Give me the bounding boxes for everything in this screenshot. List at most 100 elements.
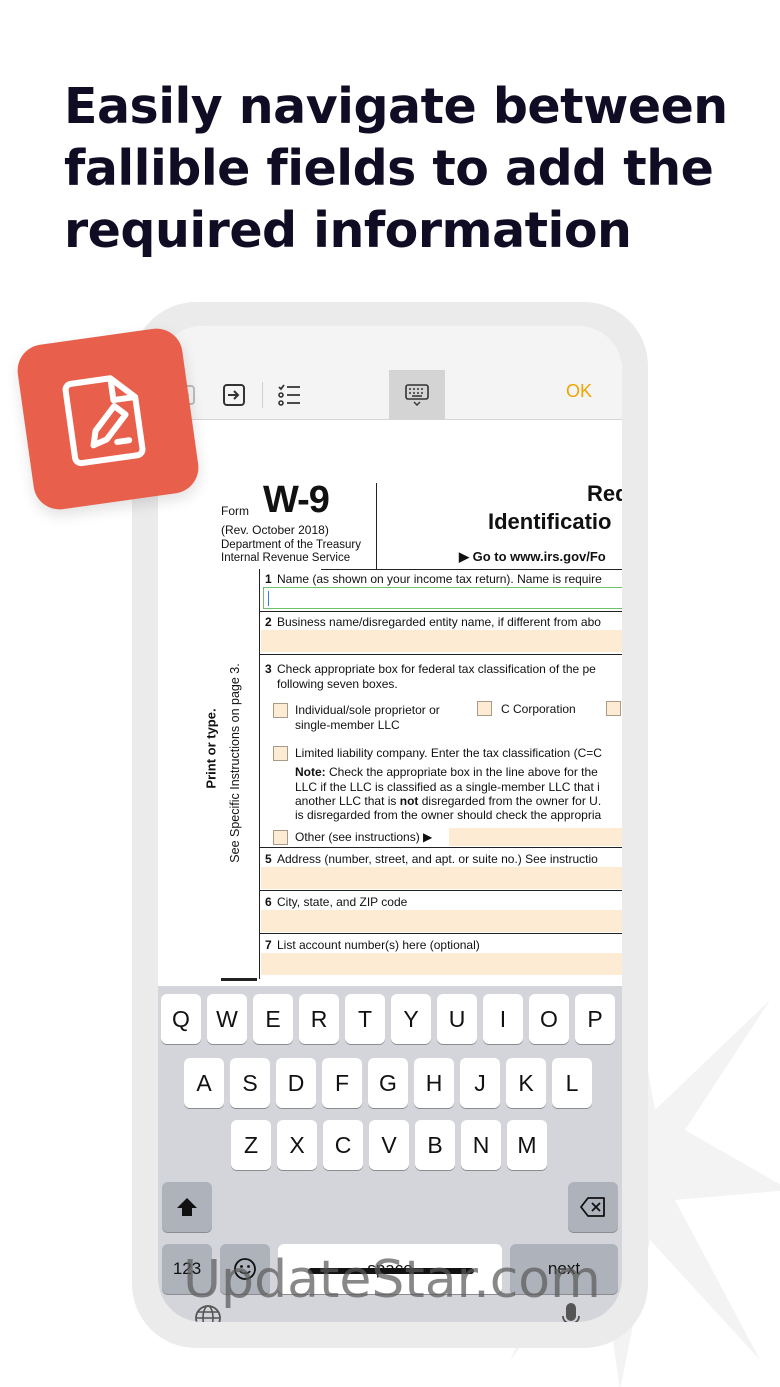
individual-label-1: Individual/sole proprietor or	[295, 703, 440, 717]
headline: Easily navigate between fallible fields …	[64, 76, 764, 262]
line5-number: 5	[265, 852, 272, 866]
line7-number: 7	[265, 938, 272, 952]
part-rule	[221, 978, 257, 981]
llc-label: Limited liability company. Enter the tax…	[295, 746, 602, 760]
goto-irs-link[interactable]: ▶ Go to www.irs.gov/Fo	[459, 549, 606, 565]
key-y[interactable]: Y	[391, 994, 431, 1044]
other-checkbox[interactable]	[273, 830, 288, 845]
key-b[interactable]: B	[415, 1120, 455, 1170]
header-divider	[376, 483, 377, 569]
phone-screen: OK Form W-9 (Rev. October 2018) Departme…	[158, 326, 622, 1322]
app-icon	[14, 325, 202, 513]
line2-label: Business name/disregarded entity name, i…	[277, 615, 601, 629]
line6-label: City, state, and ZIP code	[277, 895, 408, 909]
key-f[interactable]: F	[322, 1058, 362, 1108]
city-state-zip-input[interactable]	[261, 910, 622, 932]
checklist-icon[interactable]	[276, 382, 302, 408]
line1-number: 1	[265, 572, 272, 586]
key-g[interactable]: G	[368, 1058, 408, 1108]
line3-rule	[259, 847, 622, 848]
key-x[interactable]: X	[277, 1120, 317, 1170]
key-c[interactable]: C	[323, 1120, 363, 1170]
side-label-instructions: See Specific Instructions on page 3.	[228, 663, 242, 863]
line3-number: 3	[265, 662, 272, 676]
note-text-3b: disregarded from the owner for U.	[421, 794, 602, 808]
key-j[interactable]: J	[460, 1058, 500, 1108]
line6-number: 6	[265, 895, 272, 909]
note-line-1: Note: Check the appropriate box in the l…	[295, 765, 598, 779]
ok-button[interactable]: OK	[566, 381, 592, 402]
header-rule	[321, 569, 622, 570]
account-numbers-input[interactable]	[261, 953, 622, 975]
watermark: UpdateStar.com	[183, 1250, 601, 1310]
line2-number: 2	[265, 615, 272, 629]
key-v[interactable]: V	[369, 1120, 409, 1170]
form-title-line-2: Identificatio	[488, 509, 612, 534]
headline-line-3: required information	[64, 202, 632, 259]
form-number: W-9	[263, 479, 330, 521]
side-label-print: Print or type.	[203, 708, 219, 789]
key-u[interactable]: U	[437, 994, 477, 1044]
line5-rule	[259, 890, 622, 891]
toolbar-separator	[262, 382, 263, 408]
line7-label: List account number(s) here (optional)	[277, 938, 480, 952]
line1-label: Name (as shown on your income tax return…	[277, 572, 602, 586]
line3-label-b: following seven boxes.	[277, 677, 398, 691]
text-cursor	[268, 591, 269, 606]
delete-key[interactable]	[568, 1182, 618, 1232]
form-department: Department of the Treasury	[221, 539, 361, 551]
backspace-icon	[580, 1197, 605, 1217]
form-label: Form	[221, 504, 249, 518]
address-input[interactable]	[261, 867, 622, 889]
keyboard-icon	[405, 384, 429, 406]
note-bold: Note:	[295, 765, 326, 779]
left-column-rule	[259, 569, 260, 979]
key-q[interactable]: Q	[161, 994, 201, 1044]
key-d[interactable]: D	[276, 1058, 316, 1108]
key-o[interactable]: O	[529, 994, 569, 1044]
s-corporation-checkbox[interactable]	[606, 701, 621, 716]
other-input[interactable]	[449, 828, 622, 846]
key-t[interactable]: T	[345, 994, 385, 1044]
key-m[interactable]: M	[507, 1120, 547, 1170]
individual-label-2: single-member LLC	[295, 718, 400, 732]
key-r[interactable]: R	[299, 994, 339, 1044]
line5-label: Address (number, street, and apt. or sui…	[277, 852, 598, 866]
note-line-3: another LLC that is not disregarded from…	[295, 794, 601, 808]
key-p[interactable]: P	[575, 994, 615, 1044]
business-name-input[interactable]	[261, 630, 622, 652]
note-text-3a: another LLC that is	[295, 794, 397, 808]
key-h[interactable]: H	[414, 1058, 454, 1108]
line1-rule	[259, 611, 622, 612]
keyboard-toggle-button[interactable]	[389, 370, 445, 420]
key-k[interactable]: K	[506, 1058, 546, 1108]
c-corporation-checkbox[interactable]	[477, 701, 492, 716]
name-input[interactable]	[263, 587, 622, 609]
headline-line-1: Easily navigate between	[64, 78, 728, 135]
key-a[interactable]: A	[184, 1058, 224, 1108]
key-l[interactable]: L	[552, 1058, 592, 1108]
note-line-2: LLC if the LLC is classified as a single…	[295, 780, 600, 794]
line6-rule	[259, 933, 622, 934]
form-revision: (Rev. October 2018)	[221, 523, 329, 537]
key-w[interactable]: W	[207, 994, 247, 1044]
c-corporation-label: C Corporation	[501, 702, 576, 716]
llc-checkbox[interactable]	[273, 746, 288, 761]
shift-icon	[177, 1198, 197, 1216]
next-field-icon[interactable]	[221, 382, 247, 408]
shift-key[interactable]	[162, 1182, 212, 1232]
note-bold-not: not	[399, 794, 419, 808]
note-line-4: is disregarded from the owner should che…	[295, 808, 602, 822]
form-irs: Internal Revenue Service	[221, 552, 351, 564]
key-z[interactable]: Z	[231, 1120, 271, 1170]
key-e[interactable]: E	[253, 994, 293, 1044]
form-toolbar: OK	[158, 326, 622, 420]
key-s[interactable]: S	[230, 1058, 270, 1108]
individual-checkbox[interactable]	[273, 703, 288, 718]
headline-line-2: fallible fields to add the	[64, 140, 714, 197]
key-n[interactable]: N	[461, 1120, 501, 1170]
line3-label: Check appropriate box for federal tax cl…	[277, 662, 596, 676]
key-i[interactable]: I	[483, 994, 523, 1044]
other-label: Other (see instructions) ▶	[295, 830, 433, 844]
form-title-line-1: Red	[587, 481, 622, 506]
